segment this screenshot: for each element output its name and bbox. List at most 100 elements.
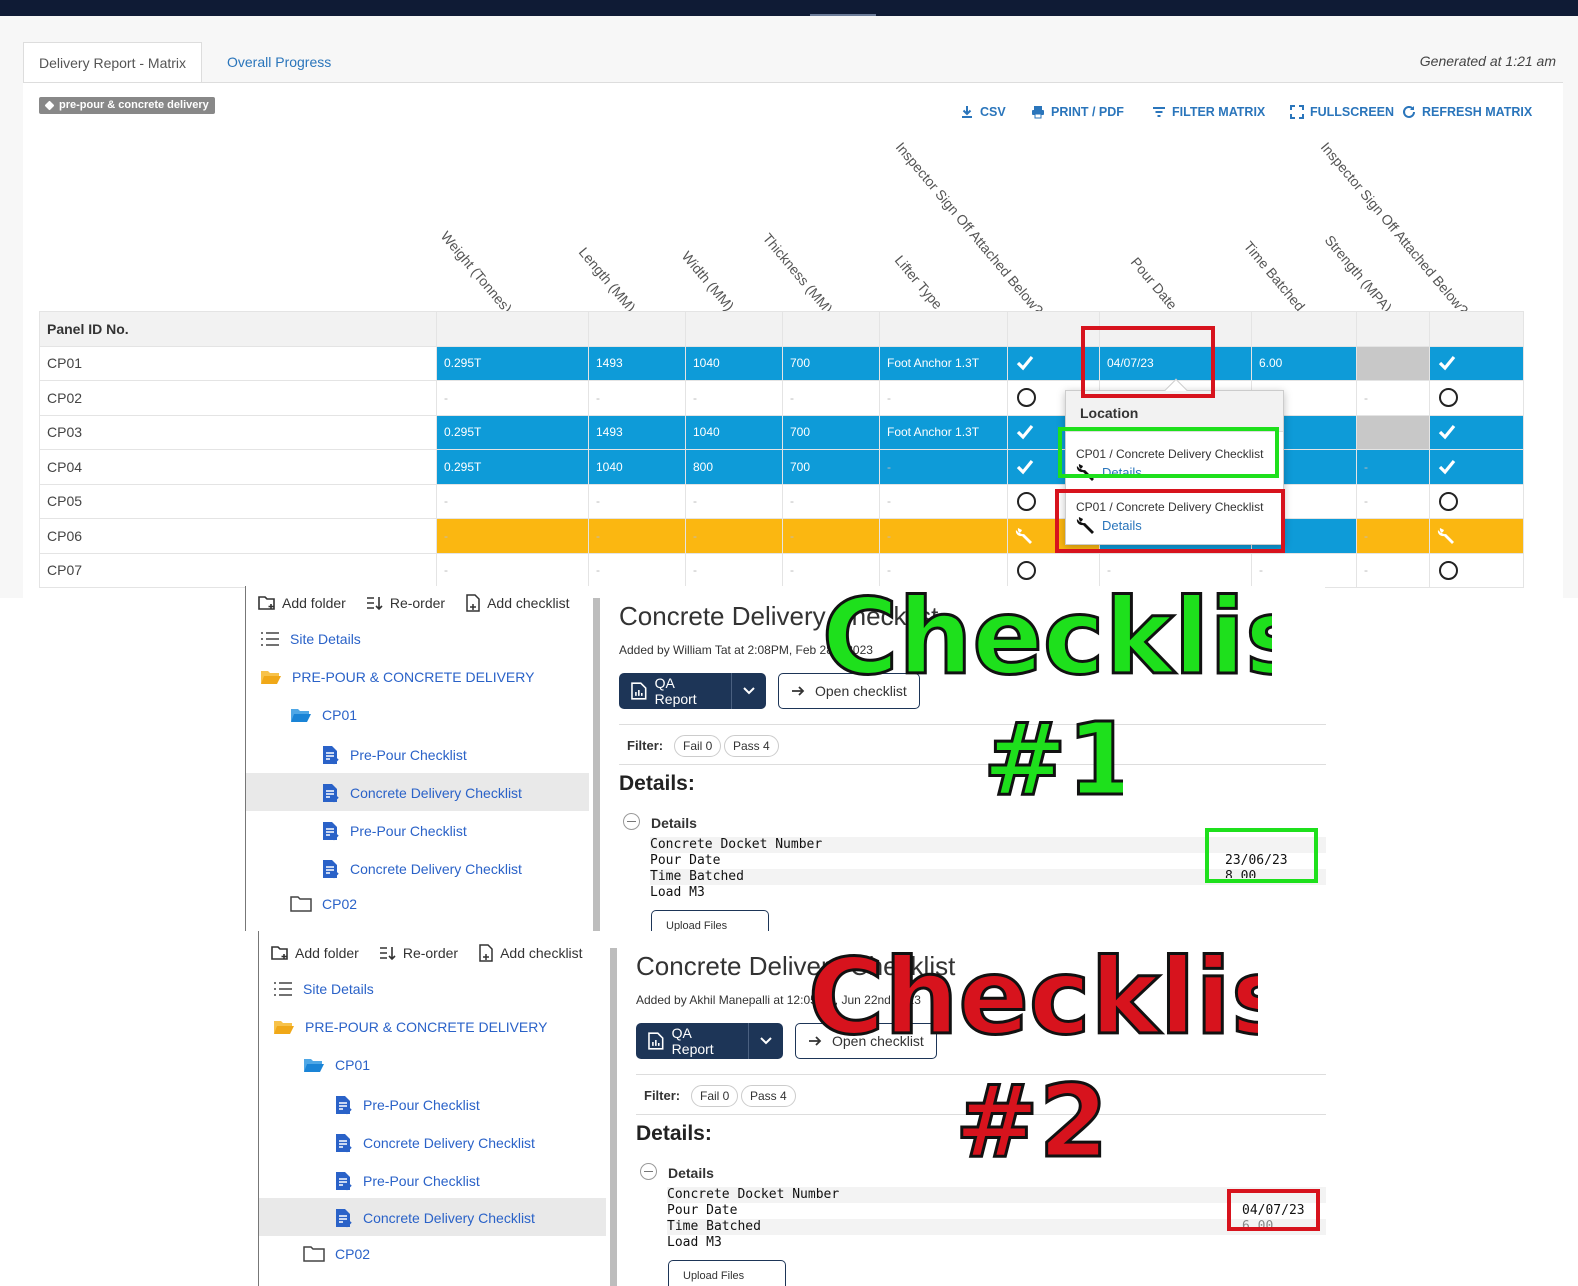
matrix-row[interactable]: CP03 0.295T 1493 1040 700 Foot Anchor 1.3T <box>39 414 1524 450</box>
value-cell[interactable]: - <box>1356 449 1430 485</box>
filter-matrix-button[interactable]: FILTER MATRIX <box>1152 105 1265 119</box>
tree-checklist-selected[interactable]: Concrete Delivery Checklist <box>322 783 522 803</box>
value-cell[interactable]: 1040 <box>685 414 783 450</box>
value-cell[interactable]: - <box>782 483 880 519</box>
add-checklist-button[interactable]: Add checklist <box>478 944 583 962</box>
value-cell[interactable]: - <box>1356 380 1430 416</box>
qa-report-dropdown[interactable] <box>730 673 766 709</box>
tree-checklist-selected[interactable]: Concrete Delivery Checklist <box>335 1208 535 1228</box>
filter-fail-pill[interactable]: Fail 0 <box>674 735 722 757</box>
value-cell[interactable]: - <box>879 380 1008 416</box>
add-checklist-button[interactable]: Add checklist <box>465 594 570 612</box>
value-cell[interactable]: - <box>879 483 1008 519</box>
pending-cell[interactable] <box>1429 483 1524 519</box>
tree-checklist[interactable]: Concrete Delivery Checklist <box>322 859 522 879</box>
refresh-matrix-button[interactable]: REFRESH MATRIX <box>1402 105 1532 119</box>
in-progress-cell[interactable] <box>1429 518 1524 554</box>
filter-pass-pill[interactable]: Pass 4 <box>724 735 779 757</box>
value-cell[interactable]: Foot Anchor 1.3T <box>879 414 1008 450</box>
value-cell[interactable]: 800 <box>685 449 783 485</box>
matrix-row[interactable]: CP05- - - - - - <box>39 483 1524 519</box>
upload-files-button[interactable]: Upload Files <box>668 1260 786 1286</box>
qa-report-button[interactable]: QA Report <box>619 673 766 709</box>
tree-folder-cp01[interactable]: CP01 <box>290 707 357 723</box>
qa-report-button[interactable]: QA Report <box>636 1023 783 1059</box>
matrix-row[interactable]: CP02- - - - - - <box>39 380 1524 416</box>
value-cell[interactable]: - <box>685 518 783 554</box>
tree-checklist[interactable]: Pre-Pour Checklist <box>335 1095 480 1115</box>
tree-checklist[interactable]: Pre-Pour Checklist <box>322 821 467 841</box>
tree-checklist[interactable]: Pre-Pour Checklist <box>335 1171 480 1191</box>
tree-checklist[interactable]: Concrete Delivery Checklist <box>335 1133 535 1153</box>
filter-fail-pill[interactable]: Fail 0 <box>691 1085 739 1107</box>
empty-cell[interactable] <box>1356 345 1430 381</box>
value-cell[interactable]: - <box>588 518 686 554</box>
tree-folder-prepour[interactable]: PRE-POUR & CONCRETE DELIVERY <box>260 669 534 685</box>
tree-scrollbar[interactable] <box>593 598 600 931</box>
value-cell[interactable]: - <box>879 449 1008 485</box>
matrix-row[interactable]: CP04 0.295T 1040 800 700 - - <box>39 449 1524 485</box>
value-cell[interactable]: - <box>588 380 686 416</box>
value-cell[interactable]: - <box>1356 518 1430 554</box>
tree-folder-cp02[interactable]: CP02 <box>303 1246 370 1262</box>
value-cell[interactable]: 1040 <box>588 449 686 485</box>
value-cell[interactable]: - <box>588 483 686 519</box>
check-cell[interactable] <box>1429 449 1524 485</box>
tree-scrollbar[interactable] <box>610 948 617 1286</box>
value-cell[interactable]: 0.295T <box>436 414 589 450</box>
value-cell[interactable]: 700 <box>782 345 880 381</box>
value-cell[interactable]: - <box>588 552 686 588</box>
value-cell[interactable]: - <box>879 518 1008 554</box>
tree-folder-cp02[interactable]: CP02 <box>290 896 357 912</box>
add-folder-button[interactable]: Add folder <box>258 594 346 612</box>
filter-pass-pill[interactable]: Pass 4 <box>741 1085 796 1107</box>
matrix-row[interactable]: CP01 0.295T 1493 1040 700 Foot Anchor 1.3T 04/… <box>39 345 1524 381</box>
value-cell[interactable]: 0.295T <box>436 345 589 381</box>
value-cell[interactable]: 1040 <box>685 345 783 381</box>
collapse-icon[interactable] <box>640 1163 657 1180</box>
value-cell[interactable]: 700 <box>782 414 880 450</box>
value-cell[interactable]: 6.00 <box>1251 345 1357 381</box>
csv-button[interactable]: CSV <box>960 105 1006 119</box>
value-cell[interactable]: - <box>782 518 880 554</box>
tab-delivery-report-matrix[interactable]: Delivery Report - Matrix <box>23 42 203 83</box>
empty-cell[interactable] <box>1356 414 1430 450</box>
value-cell[interactable]: 0.295T <box>436 449 589 485</box>
matrix-row[interactable]: CP07- - - - - - - - <box>39 552 1524 588</box>
value-cell[interactable]: - <box>436 483 589 519</box>
check-cell[interactable] <box>1429 345 1524 381</box>
value-cell[interactable]: 1493 <box>588 414 686 450</box>
add-folder-button[interactable]: Add folder <box>271 944 359 962</box>
pending-cell[interactable] <box>1429 380 1524 416</box>
matrix-row[interactable]: CP06- - - - - - <box>39 518 1524 554</box>
divider <box>619 724 1326 725</box>
value-cell[interactable]: Foot Anchor 1.3T <box>879 345 1008 381</box>
tree-checklist[interactable]: Pre-Pour Checklist <box>322 745 467 765</box>
tree-site-details[interactable]: Site Details <box>260 631 361 647</box>
tree-site-details[interactable]: Site Details <box>273 981 374 997</box>
collapse-icon[interactable] <box>623 813 640 830</box>
tab-overall-progress[interactable]: Overall Progress <box>212 42 346 83</box>
fullscreen-button[interactable]: FULLSCREEN <box>1290 105 1394 119</box>
check-cell[interactable] <box>1429 414 1524 450</box>
value-cell[interactable]: - <box>685 483 783 519</box>
print-button[interactable]: PRINT / PDF <box>1031 105 1124 119</box>
qa-report-dropdown[interactable] <box>747 1023 783 1059</box>
tree-folder-prepour[interactable]: PRE-POUR & CONCRETE DELIVERY <box>273 1019 547 1035</box>
value-cell[interactable]: 700 <box>782 449 880 485</box>
value-cell[interactable]: - <box>436 380 589 416</box>
upload-files-button[interactable]: Upload Files <box>651 910 769 931</box>
value-cell[interactable]: - <box>436 552 589 588</box>
value-cell[interactable]: - <box>685 380 783 416</box>
tree-folder-cp01[interactable]: CP01 <box>303 1057 370 1073</box>
reorder-button[interactable]: Re-order <box>366 594 445 612</box>
value-cell[interactable]: - <box>1356 552 1430 588</box>
reorder-button[interactable]: Re-order <box>379 944 458 962</box>
value-cell[interactable]: - <box>782 380 880 416</box>
value-cell[interactable]: - <box>685 552 783 588</box>
value-cell[interactable]: 1493 <box>588 345 686 381</box>
cell-value: - <box>693 390 697 405</box>
value-cell[interactable]: - <box>436 518 589 554</box>
value-cell[interactable]: - <box>1356 483 1430 519</box>
pending-cell[interactable] <box>1429 552 1524 588</box>
